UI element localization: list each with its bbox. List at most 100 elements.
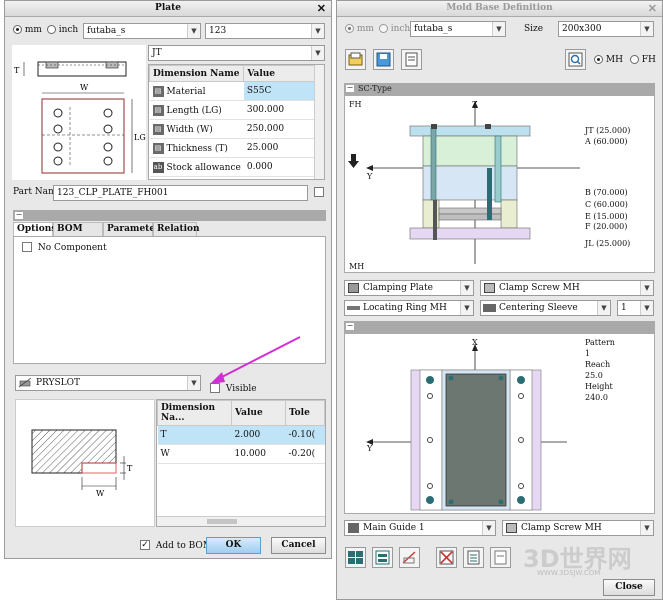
plate-label-e: E (15.000): [585, 212, 628, 221]
tab-options[interactable]: Options: [13, 222, 56, 237]
add-to-bom-checkbox[interactable]: ✓: [140, 540, 150, 550]
pattern-label: Pattern: [585, 338, 615, 347]
moldbase-dialog: Mold Base Definition ✕ mm inch futaba_s ▼…: [336, 0, 663, 600]
row-tol[interactable]: -0.20(: [285, 444, 325, 464]
tab-relation[interactable]: Relation: [153, 222, 200, 236]
plate-label-c: C (60.000): [585, 200, 628, 209]
row-value[interactable]: 300.000: [243, 100, 324, 120]
plate-type-select[interactable]: JT ▼: [148, 45, 325, 61]
row-value[interactable]: 250.000: [243, 119, 324, 139]
bom-button[interactable]: [463, 547, 484, 568]
material-value-cell[interactable]: S55C: [243, 81, 324, 101]
mb-maker-value: futaba_s: [414, 24, 453, 34]
maker-value: futaba_s: [87, 26, 126, 36]
dimension-table-scrollbar[interactable]: [314, 65, 324, 179]
thickness-dim-label: T: [14, 66, 20, 75]
size-value: 200x300: [562, 24, 602, 34]
layout-button[interactable]: [345, 547, 366, 568]
row-name: Stock allowance: [166, 162, 241, 173]
inch-radio[interactable]: [46, 25, 56, 34]
options-collapse-bar[interactable]: −: [13, 210, 326, 221]
centering-sleeve-value: Centering Sleeve: [499, 303, 578, 313]
tab-parameter[interactable]: Parameter: [103, 222, 160, 236]
row-value[interactable]: 10.000: [231, 444, 286, 464]
row-value[interactable]: 2.000: [231, 425, 286, 445]
plate-label-f: F (20.000): [585, 222, 628, 231]
table-row[interactable]: ▤ Width (W) 250.000: [149, 119, 324, 139]
plate-label-jl: JL (25.000): [585, 239, 631, 248]
chevron-down-icon: ▼: [460, 301, 473, 315]
mm-radio[interactable]: [345, 24, 354, 33]
maker-select[interactable]: futaba_s ▼: [83, 23, 201, 39]
report-button[interactable]: [490, 547, 511, 568]
col-dimension-name: Dimension Name: [149, 65, 245, 82]
ok-button[interactable]: OK: [206, 537, 261, 554]
no-component-checkbox[interactable]: [22, 242, 32, 252]
feature-select-value: PRYSLOT: [36, 378, 81, 388]
series-select[interactable]: 123 ▼: [205, 23, 325, 39]
mh-radio[interactable]: [594, 55, 603, 64]
chevron-down-icon: ▼: [187, 24, 200, 38]
part-name-input[interactable]: 123_CLP_PLATE_FH001: [53, 185, 308, 201]
dimension-grid: Dimension Name Value ▤ Material S55C ▤ Len…: [149, 65, 324, 177]
clamp-screw-bottom-select[interactable]: Clamp Screw MH ▼: [502, 520, 654, 536]
clamp-screw-top-value: Clamp Screw MH: [499, 283, 580, 293]
preview-button[interactable]: [565, 49, 586, 70]
plate-diagram-svg: T W LG: [14, 61, 146, 174]
clamp-screw-top-select[interactable]: Clamp Screw MH ▼: [480, 280, 654, 296]
feature-grid: Dimension Na... Value Tole T 2.000 -0.10…: [157, 400, 325, 464]
table-row[interactable]: ▤ Thickness (T) 25.000: [149, 138, 324, 158]
inch-radio[interactable]: [378, 24, 388, 33]
open-assembly-button[interactable]: [345, 49, 366, 70]
top-view-section-bar[interactable]: −: [344, 321, 655, 333]
mb-maker-select[interactable]: futaba_s ▼: [410, 21, 506, 37]
sc-type-section-bar[interactable]: − SC-Type: [344, 83, 655, 95]
table-row[interactable]: ab Stock allowance 0.000: [149, 157, 324, 177]
no-component-row[interactable]: No Component: [22, 242, 107, 253]
pattern-value: 1: [585, 349, 591, 358]
clamping-plate-select[interactable]: Clamping Plate ▼: [344, 280, 474, 296]
ab-icon: ab: [152, 161, 164, 173]
close-icon[interactable]: ✕: [648, 1, 657, 16]
cancel-button[interactable]: Cancel: [271, 537, 326, 554]
guide-icon: [348, 523, 359, 533]
row-value[interactable]: 0.000: [243, 157, 324, 177]
close-button[interactable]: Close: [603, 579, 655, 596]
row-tol[interactable]: -0.10(: [285, 425, 325, 445]
feature-table-hscroll[interactable]: [157, 516, 325, 526]
mm-radio[interactable]: [13, 25, 22, 34]
plate-title: Plate: [155, 3, 181, 13]
sleeve-count-select[interactable]: 1 ▼: [617, 300, 654, 316]
table-row[interactable]: ▤ Length (LG) 300.000: [149, 100, 324, 120]
table-row[interactable]: W 10.000 -0.20(: [157, 444, 325, 464]
part-name-checkbox[interactable]: [314, 187, 324, 198]
centering-sleeve-select[interactable]: Centering Sleeve ▼: [480, 300, 611, 316]
close-icon[interactable]: ✕: [317, 1, 326, 16]
feature-table: Dimension Na... Value Tole T 2.000 -0.10…: [156, 399, 326, 527]
row-name-cell: ▤ Material: [149, 81, 244, 101]
collapse-icon: −: [346, 321, 354, 330]
tab-bom-data[interactable]: BOM Data: [53, 222, 103, 247]
plate-type-value: JT: [152, 48, 162, 58]
feature-select[interactable]: PRYSLOT ▼: [15, 375, 201, 391]
table-row[interactable]: T 2.000 -0.10(: [157, 425, 325, 445]
document-icon: [405, 52, 418, 67]
add-to-bom-row[interactable]: ✓ Add to BOM: [140, 540, 212, 551]
locating-ring-select[interactable]: Locating Ring MH ▼: [344, 300, 474, 316]
save-assembly-button[interactable]: [373, 49, 394, 70]
part-name-value: 123_CLP_PLATE_FH001: [57, 188, 169, 198]
size-select[interactable]: 200x300 ▼: [558, 21, 654, 37]
dimension-button[interactable]: [399, 547, 420, 568]
row-name: T: [157, 425, 232, 445]
main-guide-select[interactable]: Main Guide 1 ▼: [344, 520, 496, 536]
fh-radio[interactable]: [629, 55, 639, 64]
info-button[interactable]: [401, 49, 422, 70]
width-dim-label: W: [80, 83, 89, 92]
plate-list-button[interactable]: [372, 547, 393, 568]
height-value: 240.0: [585, 393, 608, 402]
row-value[interactable]: 25.000: [243, 138, 324, 158]
ring-icon: [347, 306, 360, 310]
delete-button[interactable]: [436, 547, 457, 568]
table-row[interactable]: ▤ Material S55C: [149, 81, 324, 101]
side-view-preview: FH MH Z Y JT (25.000) A (60.000) B (70.0…: [344, 95, 655, 273]
